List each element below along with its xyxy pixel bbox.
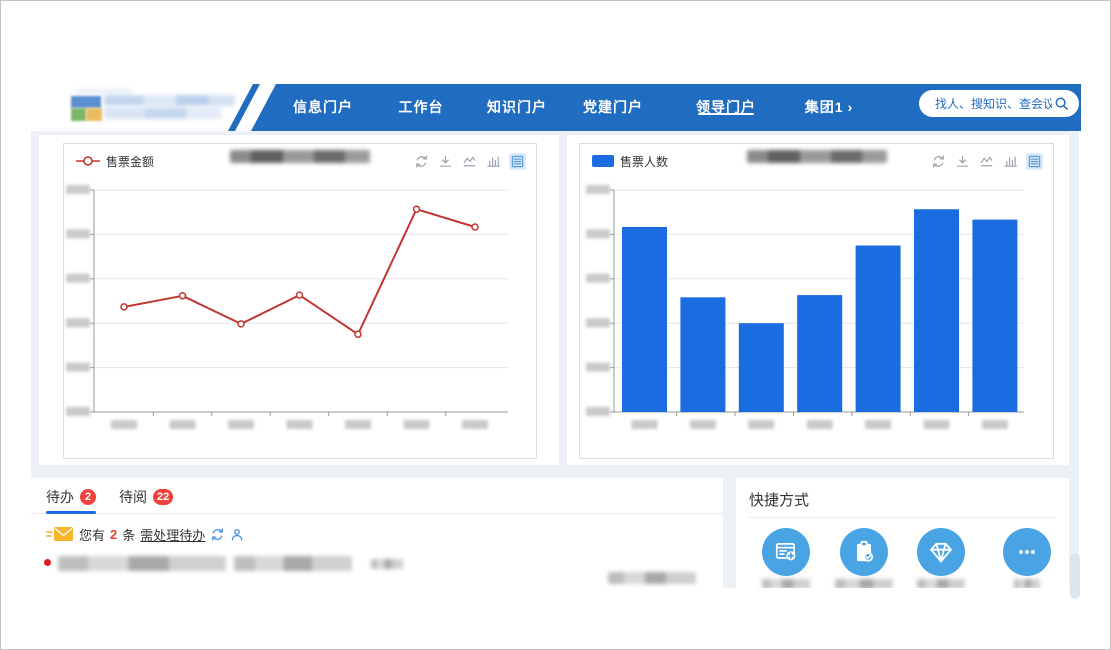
download-icon[interactable] [954,153,971,170]
list-item-date-redacted [608,572,696,584]
nav-item-label: 集团1 [805,99,844,115]
search-box[interactable] [919,90,1079,117]
line-chart-header: 售票金额 [64,144,536,178]
bar-chart [580,144,1053,458]
legend-label[interactable]: 售票人数 [620,153,668,170]
active-nav-underline [698,113,754,115]
table-view-icon[interactable] [1026,153,1043,170]
nav-item-leader-portal[interactable]: 领导门户 [696,84,756,131]
chart-toolbar [413,153,526,170]
message-text: 条 [122,525,135,544]
refresh-icon[interactable] [210,527,225,542]
bar-chart-icon[interactable] [1002,153,1019,170]
app-window: 信息门户 工作台 知识门户 党建门户 领导门户 集团1› 售票金额 [0,0,1111,650]
logo-text-redacted [104,107,221,119]
active-tab-underline [46,511,96,514]
shortcut-data-query[interactable] [762,528,810,576]
tab-label: 待办 [46,487,74,507]
nav-item-label: 知识门户 [487,99,547,115]
shortcut-label-redacted [835,579,893,588]
logo-text-redacted [104,95,235,106]
mail-icon [46,524,74,544]
nav-item-info-portal[interactable]: 信息门户 [293,84,353,131]
shortcut-more[interactable] [1003,528,1051,576]
nav-item-workbench[interactable]: 工作台 [399,84,444,131]
line-chart-icon[interactable] [978,153,995,170]
search-icon[interactable] [1054,96,1069,111]
clipboard-check-icon [851,539,877,565]
shortcuts-panel-title: 快捷方式 [749,489,809,510]
todo-message-row: 您有 2 条 需处理待办 [46,522,244,546]
line-chart-widget: 售票金额 [63,143,537,459]
search-input[interactable] [933,96,1054,112]
shortcut-label-redacted [1014,579,1040,588]
person-icon[interactable] [230,527,244,542]
list-item-text-redacted[interactable] [234,556,352,571]
nav-item-party-portal[interactable]: 党建门户 [583,84,643,131]
chevron-right-icon: › [848,99,854,115]
shortcuts-panel: 快捷方式 [736,478,1069,588]
more-dots-icon [1014,539,1040,565]
tab-label: 待阅 [119,487,147,507]
toread-count-badge: 22 [153,489,173,505]
todo-count-badge: 2 [80,489,96,505]
nav-item-label: 党建门户 [583,99,643,115]
message-count: 2 [110,527,117,542]
tab-divider [31,513,723,514]
message-text: 您有 [79,525,105,544]
diamond-icon [927,538,955,566]
shortcut-gem[interactable] [917,528,965,576]
refresh-icon[interactable] [413,153,430,170]
tab-todo[interactable]: 待办 2 [46,487,96,507]
nav-item-label: 信息门户 [293,99,353,115]
bar-legend-swatch-icon [592,155,614,167]
logo-blur-strip [76,88,131,95]
bar-chart-icon[interactable] [485,153,502,170]
line-legend-marker-icon [76,155,100,167]
nav-item-group1[interactable]: 集团1› [805,84,853,131]
table-view-icon[interactable] [509,153,526,170]
logo-block-green [71,108,86,121]
tab-toread[interactable]: 待阅 22 [119,487,173,507]
scrollbar-track[interactable] [1071,133,1079,586]
list-item-text-redacted[interactable] [58,556,226,571]
nav-item-knowledge-portal[interactable]: 知识门户 [487,84,547,131]
panel-divider [749,517,1056,518]
shortcut-clipboard[interactable] [840,528,888,576]
logo-block-blue [71,96,101,108]
legend-label[interactable]: 售票金额 [106,153,154,170]
data-query-icon [773,539,799,565]
nav-item-label: 工作台 [399,99,444,115]
bar-chart-widget: 售票人数 [579,143,1054,459]
chart-toolbar [930,153,1043,170]
shortcut-label-redacted [917,579,965,588]
refresh-icon[interactable] [930,153,947,170]
line-chart [64,144,536,458]
download-icon[interactable] [437,153,454,170]
list-item-text-redacted [371,559,403,569]
chart-title-redacted [747,150,887,163]
logo-block-orange [86,108,102,121]
scrollbar-thumb[interactable] [1070,553,1080,599]
line-chart-icon[interactable] [461,153,478,170]
todo-panel: 待办 2 待阅 22 您有 2 条 需处理待办 [31,478,723,588]
pending-todo-link[interactable]: 需处理待办 [140,525,205,544]
bar-chart-header: 售票人数 [580,144,1053,178]
shortcut-label-redacted [762,579,810,588]
chart-title-redacted [230,150,370,163]
list-item-bullet [44,559,51,566]
